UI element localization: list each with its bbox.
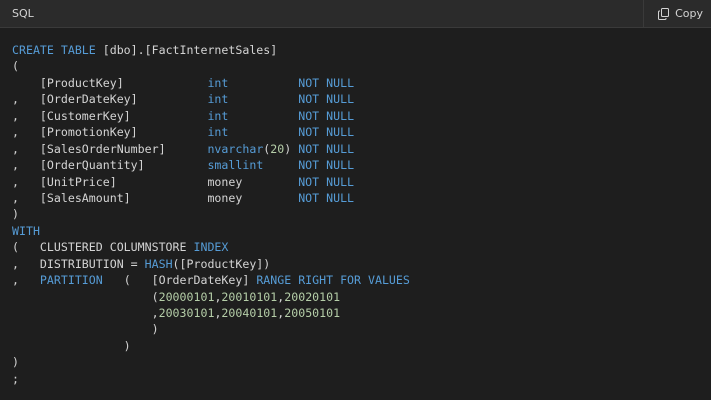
- code-token: nvarchar: [207, 141, 264, 156]
- code-line: ,20030101,20040101,20050101: [12, 305, 410, 321]
- code-token: [dbo].[FactInternetSales]: [95, 43, 278, 57]
- code-token: PARTITION: [39, 273, 103, 288]
- code-token: RANGE RIGHT FOR VALUES: [256, 273, 410, 288]
- code-token: ( CLUSTERED COLUMNSTORE: [12, 240, 194, 255]
- language-label: SQL: [12, 7, 34, 20]
- code-token: , [SalesOrderNumber]: [12, 141, 208, 156]
- code-token: ): [12, 322, 159, 337]
- code-line: ): [12, 354, 410, 370]
- code-token: ,: [12, 306, 159, 320]
- code-token: int: [207, 75, 229, 90]
- code-token: NOT NULL: [298, 92, 355, 107]
- code-token: ([ProductKey]): [172, 256, 271, 271]
- code-token: HASH: [144, 256, 173, 271]
- code-line: , [PromotionKey] int NOT NULL: [12, 124, 410, 140]
- code-token: INDEX: [193, 240, 229, 255]
- code-line: , DISTRIBUTION = HASH([ProductKey]): [12, 256, 410, 272]
- code-token: NOT NULL: [298, 174, 355, 189]
- code-line: , [OrderDateKey] int NOT NULL: [12, 91, 410, 107]
- code-token: NOT NULL: [298, 125, 355, 140]
- code-token: ): [12, 338, 131, 353]
- code-line: ): [12, 321, 410, 337]
- copy-icon: [658, 7, 670, 20]
- code-token: smallint: [207, 158, 264, 173]
- code-token: (: [12, 289, 159, 304]
- code-token: 20020101: [284, 289, 341, 304]
- code-token: , [OrderDateKey]: [12, 92, 208, 107]
- code-line: , [SalesOrderNumber] nvarchar(20) NOT NU…: [12, 141, 410, 157]
- code-line: CREATE TABLE [dbo].[FactInternetSales]: [12, 42, 410, 58]
- code-token: , [CustomerKey]: [12, 108, 208, 123]
- copy-label: Copy: [675, 7, 703, 20]
- code-token: 20030101: [158, 306, 215, 320]
- code-token: 20: [270, 141, 285, 156]
- code-token: 20050101: [284, 306, 341, 320]
- code-block-header: SQL Copy: [0, 0, 711, 28]
- code-line: (: [12, 58, 410, 74]
- code-token: ): [12, 355, 19, 370]
- code-line: , PARTITION ( [OrderDateKey] RANGE RIGHT…: [12, 272, 410, 288]
- code-line: ): [12, 206, 410, 222]
- code-token: int: [207, 125, 229, 140]
- code-token: NOT NULL: [298, 190, 355, 205]
- code-line: ( CLUSTERED COLUMNSTORE INDEX: [12, 239, 410, 255]
- code-line: , [CustomerKey] int NOT NULL: [12, 108, 410, 124]
- code-token: , DISTRIBUTION =: [12, 256, 145, 271]
- code-token: 20040101: [221, 306, 278, 320]
- code-token: NOT NULL: [298, 158, 355, 173]
- code-token: , [OrderQuantity]: [12, 158, 208, 173]
- code-token: ( [OrderDateKey]: [102, 273, 257, 288]
- code-token: int: [207, 92, 229, 107]
- code-token: NOT NULL: [298, 141, 355, 156]
- code-token: , [UnitPrice] money: [12, 174, 299, 189]
- code-line: [ProductKey] int NOT NULL: [12, 75, 410, 91]
- code-block: SQL Copy CREATE TABLE [dbo].[FactInterne…: [0, 0, 711, 400]
- code-token: 20000101: [158, 289, 215, 304]
- code-token: WITH: [12, 223, 40, 238]
- code-token: ): [284, 141, 299, 156]
- code-content: CREATE TABLE [dbo].[FactInternetSales] ( …: [12, 42, 410, 387]
- code-token: NOT NULL: [298, 75, 355, 90]
- code-line: WITH: [12, 223, 410, 239]
- code-token: , [PromotionKey]: [12, 125, 208, 140]
- code-token: 20010101: [221, 289, 278, 304]
- code-token: , [SalesAmount] money: [12, 190, 299, 205]
- code-line: ): [12, 338, 410, 354]
- code-token: ): [12, 207, 19, 222]
- code-token: CREATE TABLE: [12, 43, 96, 57]
- code-token: (: [12, 59, 19, 74]
- code-token: ;: [12, 371, 19, 386]
- code-line: ;: [12, 371, 410, 387]
- code-token: [ProductKey]: [12, 75, 208, 90]
- code-line: , [SalesAmount] money NOT NULL: [12, 190, 410, 206]
- code-line: (20000101,20010101,20020101: [12, 289, 410, 305]
- code-token: NOT NULL: [298, 108, 355, 123]
- code-token: ,: [12, 273, 40, 288]
- copy-button[interactable]: Copy: [643, 0, 711, 27]
- code-token: int: [207, 108, 229, 123]
- code-line: , [UnitPrice] money NOT NULL: [12, 174, 410, 190]
- code-line: , [OrderQuantity] smallint NOT NULL: [12, 157, 410, 173]
